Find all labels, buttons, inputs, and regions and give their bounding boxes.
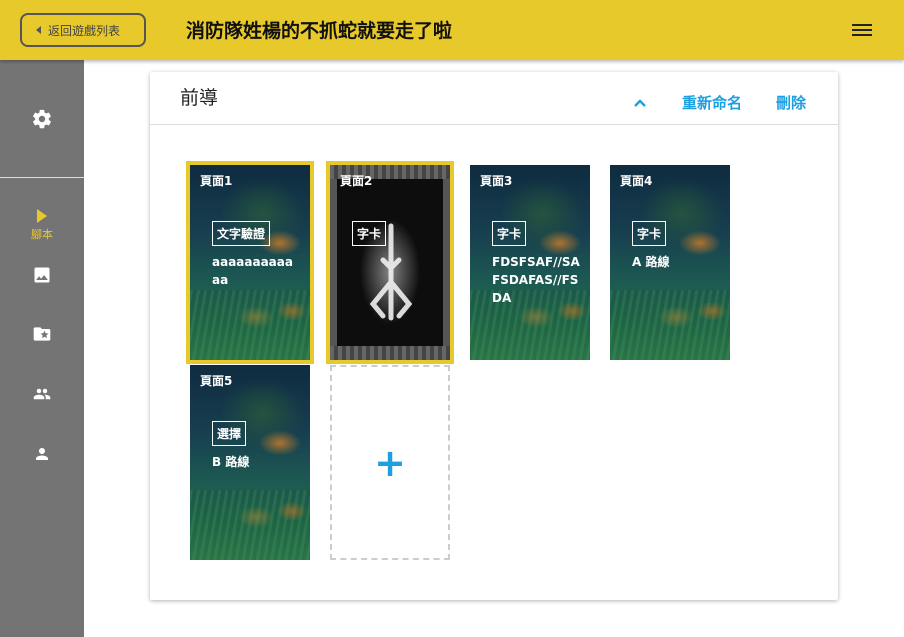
page-type-badge: 選擇	[212, 421, 247, 446]
panel-header: 前導 重新命名 刪除	[150, 72, 838, 125]
back-to-game-list-button[interactable]: 返回遊戲列表	[20, 13, 146, 47]
play-icon	[37, 208, 47, 223]
page-type-badge: 字卡	[632, 221, 667, 246]
people-icon	[33, 388, 51, 400]
game-title: 消防隊姓楊的不抓蛇就要走了啦	[186, 20, 453, 42]
add-page-button[interactable]: +	[330, 365, 450, 560]
person-icon	[36, 448, 48, 460]
section-panel: 前導 重新命名 刪除 頁面1 文字驗證 aaaaaaaaaaaa 頁面2 字卡 …	[150, 72, 838, 600]
page-text: aaaaaaaaaaaa	[212, 255, 293, 287]
page-name: 頁面1	[200, 174, 233, 188]
sidebar-item-images[interactable]	[0, 250, 84, 300]
page-card[interactable]: 頁面5 選擇 B 路線	[190, 365, 310, 560]
card-background	[330, 165, 450, 360]
sidebar-item-favorites[interactable]	[0, 309, 84, 359]
sidebar: 腳本	[0, 60, 84, 637]
chevron-up-icon[interactable]	[632, 94, 648, 107]
page-type-badge: 字卡	[492, 221, 527, 246]
page-type-badge: 字卡	[352, 221, 387, 246]
back-arrow-icon	[36, 26, 41, 34]
page-card[interactable]: 頁面2 字卡	[326, 161, 454, 364]
page-text: A 路線	[632, 255, 670, 269]
folder-star-icon	[33, 327, 51, 341]
page-text: FDSFSAF//SAFSDAFAS//FSDA	[492, 255, 580, 305]
page-name: 頁面3	[480, 174, 513, 188]
settings-icon	[33, 109, 51, 128]
rename-button[interactable]: 重新命名	[682, 92, 742, 113]
image-icon	[34, 267, 50, 283]
page-name: 頁面4	[620, 174, 653, 188]
page-name: 頁面5	[200, 374, 233, 388]
sidebar-item-settings[interactable]	[0, 60, 84, 178]
back-button-label: 返回遊戲列表	[48, 23, 121, 38]
page-card[interactable]: 頁面4 字卡 A 路線	[610, 165, 730, 360]
delete-button[interactable]: 刪除	[776, 92, 806, 113]
plus-icon: +	[374, 440, 406, 485]
sidebar-item-label: 腳本	[31, 227, 53, 241]
sidebar-item-people[interactable]	[0, 369, 84, 419]
sidebar-item-account[interactable]	[0, 429, 84, 479]
section-title: 前導	[180, 87, 219, 109]
page-type-badge: 文字驗證	[212, 221, 271, 246]
sidebar-item-script[interactable]: 腳本	[0, 200, 84, 250]
page-card[interactable]: 頁面1 文字驗證 aaaaaaaaaaaa	[186, 161, 314, 364]
page-name: 頁面2	[340, 174, 373, 188]
hamburger-menu-icon[interactable]	[852, 24, 872, 38]
page-text: B 路線	[212, 455, 250, 469]
top-bar: 返回遊戲列表 消防隊姓楊的不抓蛇就要走了啦	[0, 0, 904, 60]
page-card[interactable]: 頁面3 字卡 FDSFSAF//SAFSDAFAS//FSDA	[470, 165, 590, 360]
